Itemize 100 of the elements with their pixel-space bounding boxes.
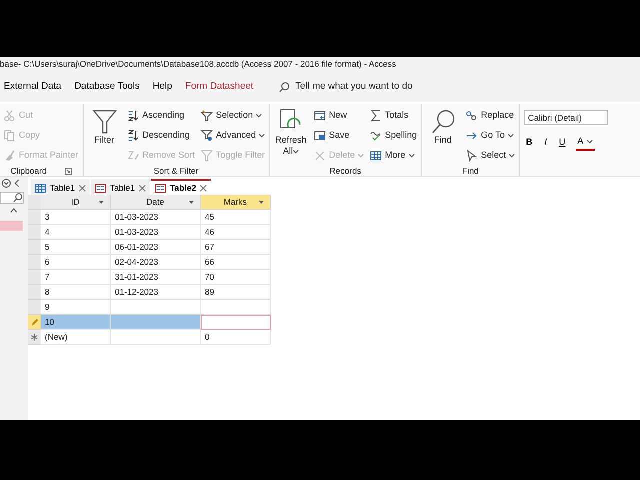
table-cell: 5 — [41, 240, 111, 255]
column-header[interactable]: ID — [41, 195, 111, 210]
dropdown-arrow-icon — [259, 201, 264, 204]
table-icon — [35, 184, 46, 192]
replace-icon — [466, 110, 478, 122]
paintbrush-icon — [4, 150, 16, 162]
table-cell: 3 — [41, 210, 111, 225]
table-cell: 67 — [201, 240, 271, 255]
sort-descending-icon — [128, 130, 140, 142]
table-cell: 45 — [201, 210, 271, 225]
table-cell: 06-01-2023 — [111, 240, 201, 255]
search-field[interactable] — [0, 192, 24, 204]
ribbon-button[interactable]: Replace — [466, 107, 516, 125]
asterisk-icon — [31, 334, 38, 340]
caret-icon — [293, 150, 300, 154]
ribbon-tab[interactable]: Database Tools — [70, 80, 149, 94]
chevron-up-icon — [10, 208, 18, 213]
ribbon-button[interactable]: Ascending — [128, 107, 196, 125]
caret-icon — [509, 154, 516, 158]
ribbon-button[interactable]: Spelling — [370, 127, 418, 145]
form-icon — [95, 184, 106, 192]
arrow-right-icon — [466, 130, 478, 142]
pencil-icon — [30, 318, 38, 326]
row-selector[interactable] — [28, 330, 41, 345]
dropdown-icon — [2, 179, 11, 188]
dialog-launcher-icon — [64, 168, 72, 174]
ribbon-button[interactable]: Find — [426, 107, 460, 165]
format-button[interactable]: U — [557, 136, 568, 150]
ribbon-button[interactable]: New — [314, 107, 364, 125]
caret-icon — [508, 134, 514, 138]
table-cell: 01-12-2023 — [111, 285, 201, 300]
search-icon — [430, 109, 456, 135]
format-button[interactable]: I — [542, 136, 550, 150]
table-cell: 70 — [201, 270, 271, 285]
table-cell: 01-03-2023 — [111, 225, 201, 240]
table-cell: 89 — [201, 285, 271, 300]
ribbon-button[interactable]: Selection — [201, 107, 266, 125]
table-cell: 7 — [41, 270, 111, 285]
dropdown-arrow-icon — [189, 201, 194, 204]
column-header[interactable]: Date — [111, 195, 201, 210]
close-icon — [200, 184, 208, 192]
group-label: Find — [462, 165, 479, 176]
column-header[interactable]: Marks — [201, 195, 271, 210]
ribbon-tab[interactable]: External Data — [0, 80, 71, 94]
search-icon — [278, 82, 290, 92]
advanced-filter-icon — [201, 130, 214, 142]
ribbon-button[interactable]: Filter — [88, 107, 122, 165]
sort-ascending-icon — [128, 110, 140, 122]
collapse-icon — [14, 179, 20, 188]
table-cell: 66 — [201, 255, 271, 270]
table-cell: (New) — [41, 330, 111, 345]
format-button[interactable]: A — [576, 135, 595, 150]
ribbon-button[interactable]: Advanced — [201, 127, 266, 145]
window-title: base- C:\Users\suraj\OneDrive\Documents\Database108.accdb (Access 2007 - 2016 file format) - Access — [0, 57, 640, 72]
table-cell: 6 — [41, 255, 111, 270]
table-cell: 4 — [41, 225, 111, 240]
form-icon — [155, 184, 166, 192]
group-label: Records — [330, 165, 362, 176]
ribbon-tab[interactable]: Form Datasheet — [181, 80, 263, 94]
ribbon-button[interactable]: Totals — [370, 107, 418, 125]
caret-icon — [259, 134, 266, 138]
table-icon — [370, 150, 382, 162]
copy-icon — [4, 130, 16, 142]
table-cell: 02-04-2023 — [111, 255, 201, 270]
selection-filter-icon — [201, 110, 214, 122]
table-cell: 46 — [201, 225, 271, 240]
pointer-icon — [466, 150, 478, 162]
font-field[interactable]: Calibri (Detail) — [524, 110, 608, 125]
tell-me-field[interactable]: Tell me what you want to do — [296, 80, 413, 94]
search-icon — [13, 193, 23, 203]
ribbon-button[interactable]: Select — [466, 147, 516, 165]
ribbon-button[interactable]: Descending — [128, 127, 196, 145]
row-selector[interactable] — [28, 315, 41, 330]
filter-icon — [92, 109, 118, 135]
filter-icon — [201, 150, 214, 162]
group-label: Sort & Filter — [154, 165, 199, 176]
ribbon-tab[interactable]: Help — [148, 80, 182, 94]
new-record-icon — [314, 110, 326, 122]
document-tab[interactable]: Table2 — [151, 179, 212, 195]
delete-icon — [314, 150, 326, 162]
document-tab[interactable]: Table1 — [91, 179, 150, 195]
ribbon-button[interactable]: Go To — [466, 127, 516, 145]
grid-corner[interactable] — [28, 195, 41, 210]
sigma-icon — [370, 110, 382, 122]
ribbon-button[interactable]: Save — [314, 127, 364, 145]
cell-field[interactable] — [201, 315, 271, 330]
cut-icon — [4, 110, 16, 122]
spelling-check-icon — [370, 130, 382, 142]
document-tab[interactable]: Table1 — [31, 179, 90, 195]
table-cell: 10 — [41, 315, 111, 330]
table-cell: 31-01-2023 — [111, 270, 201, 285]
nav-item[interactable] — [0, 221, 23, 231]
dropdown-arrow-icon — [99, 201, 104, 204]
remove-sort-icon — [128, 150, 140, 162]
close-icon — [139, 184, 146, 192]
ribbon-button[interactable]: More — [370, 147, 418, 165]
format-button[interactable]: B — [524, 136, 535, 150]
caret-icon — [358, 154, 364, 158]
table-cell: 0 — [201, 330, 271, 345]
ribbon-button[interactable]: Refresh All — [274, 107, 308, 165]
